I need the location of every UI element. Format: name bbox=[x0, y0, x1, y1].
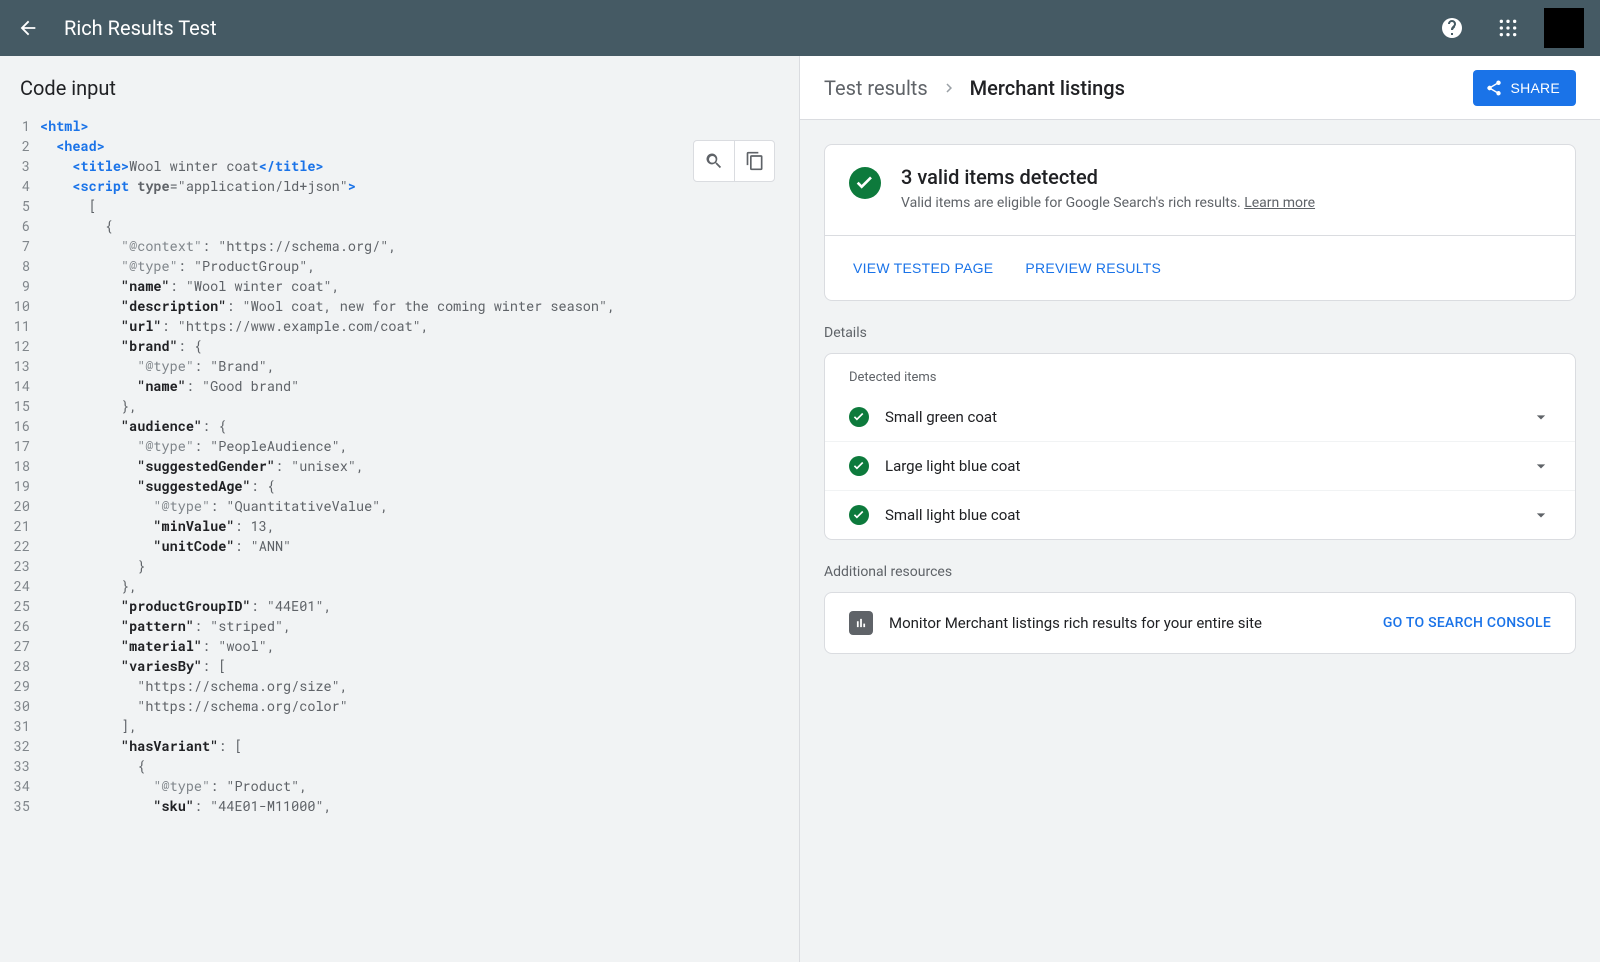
share-button-label: SHARE bbox=[1511, 80, 1560, 96]
detected-item-name: Large light blue coat bbox=[885, 457, 1515, 475]
detected-item-row[interactable]: Small light blue coat bbox=[825, 490, 1575, 539]
code-line: 21 "minValue": 13, bbox=[0, 516, 799, 536]
code-line: 7 "@context": "https://schema.org/", bbox=[0, 236, 799, 256]
results-panel: Test results Merchant listings SHARE 3 v… bbox=[800, 56, 1600, 962]
code-line: 1<html> bbox=[0, 116, 799, 136]
code-line: 28 "variesBy": [ bbox=[0, 656, 799, 676]
share-icon bbox=[1485, 79, 1503, 97]
details-section-label: Details bbox=[824, 325, 1576, 341]
detected-items-card: Detected items Small green coat Large lig… bbox=[824, 353, 1576, 540]
breadcrumb: Test results Merchant listings bbox=[824, 76, 1473, 100]
chevron-down-icon bbox=[1531, 407, 1551, 427]
code-line: 3 <title>Wool winter coat</title> bbox=[0, 156, 799, 176]
resource-text: Monitor Merchant listings rich results f… bbox=[889, 614, 1367, 632]
code-line: 16 "audience": { bbox=[0, 416, 799, 436]
code-editor[interactable]: 1<html>2 <head>3 <title>Wool winter coat… bbox=[0, 116, 799, 962]
check-circle-icon bbox=[849, 505, 869, 525]
chevron-down-icon bbox=[1531, 505, 1551, 525]
check-circle-icon bbox=[849, 407, 869, 427]
preview-results-button[interactable]: PREVIEW RESULTS bbox=[1021, 252, 1165, 284]
copy-code-button[interactable] bbox=[734, 141, 774, 181]
summary-card: 3 valid items detected Valid items are e… bbox=[824, 144, 1576, 301]
code-line: 34 "@type": "Product", bbox=[0, 776, 799, 796]
code-line: 33 { bbox=[0, 756, 799, 776]
results-header: Test results Merchant listings SHARE bbox=[800, 56, 1600, 120]
code-line: 23 } bbox=[0, 556, 799, 576]
chevron-right-icon bbox=[940, 79, 958, 97]
breadcrumb-root[interactable]: Test results bbox=[824, 76, 928, 100]
search-code-button[interactable] bbox=[694, 141, 734, 181]
code-line: 27 "material": "wool", bbox=[0, 636, 799, 656]
learn-more-link[interactable]: Learn more bbox=[1244, 195, 1315, 211]
code-line: 25 "productGroupID": "44E01", bbox=[0, 596, 799, 616]
code-line: 2 <head> bbox=[0, 136, 799, 156]
code-line: 14 "name": "Good brand" bbox=[0, 376, 799, 396]
detected-items-heading: Detected items bbox=[825, 354, 1575, 393]
code-line: 10 "description": "Wool coat, new for th… bbox=[0, 296, 799, 316]
back-button[interactable] bbox=[16, 16, 40, 40]
code-line: 13 "@type": "Brand", bbox=[0, 356, 799, 376]
code-line: 35 "sku": "44E01-M11000", bbox=[0, 796, 799, 816]
code-line: 30 "https://schema.org/color" bbox=[0, 696, 799, 716]
code-line: 6 { bbox=[0, 216, 799, 236]
share-button[interactable]: SHARE bbox=[1473, 70, 1576, 106]
summary-subtitle: Valid items are eligible for Google Sear… bbox=[901, 195, 1315, 211]
detected-item-name: Small light blue coat bbox=[885, 506, 1515, 524]
breadcrumb-leaf: Merchant listings bbox=[970, 76, 1125, 100]
view-tested-page-button[interactable]: VIEW TESTED PAGE bbox=[849, 252, 997, 284]
code-line: 17 "@type": "PeopleAudience", bbox=[0, 436, 799, 456]
resource-card: Monitor Merchant listings rich results f… bbox=[824, 592, 1576, 654]
code-line: 5 [ bbox=[0, 196, 799, 216]
account-avatar[interactable] bbox=[1544, 8, 1584, 48]
code-line: 15 }, bbox=[0, 396, 799, 416]
code-input-panel: Code input 1<html>2 <head>3 <title>Wool … bbox=[0, 56, 800, 962]
chevron-down-icon bbox=[1531, 456, 1551, 476]
code-line: 31 ], bbox=[0, 716, 799, 736]
app-header: Rich Results Test bbox=[0, 0, 1600, 56]
detected-item-name: Small green coat bbox=[885, 408, 1515, 426]
code-line: 29 "https://schema.org/size", bbox=[0, 676, 799, 696]
summary-title: 3 valid items detected bbox=[901, 165, 1315, 189]
code-line: 26 "pattern": "striped", bbox=[0, 616, 799, 636]
code-line: 8 "@type": "ProductGroup", bbox=[0, 256, 799, 276]
code-line: 22 "unitCode": "ANN" bbox=[0, 536, 799, 556]
go-to-search-console-link[interactable]: GO TO SEARCH CONSOLE bbox=[1383, 615, 1551, 631]
help-button[interactable] bbox=[1432, 8, 1472, 48]
code-line: 20 "@type": "QuantitativeValue", bbox=[0, 496, 799, 516]
code-line: 11 "url": "https://www.example.com/coat"… bbox=[0, 316, 799, 336]
check-circle-icon bbox=[849, 167, 881, 199]
code-line: 24 }, bbox=[0, 576, 799, 596]
code-line: 32 "hasVariant": [ bbox=[0, 736, 799, 756]
code-line: 12 "brand": { bbox=[0, 336, 799, 356]
code-line: 4 <script type="application/ld+json"> bbox=[0, 176, 799, 196]
app-title: Rich Results Test bbox=[64, 16, 1432, 40]
code-line: 18 "suggestedGender": "unisex", bbox=[0, 456, 799, 476]
additional-resources-label: Additional resources bbox=[824, 564, 1576, 580]
code-line: 19 "suggestedAge": { bbox=[0, 476, 799, 496]
code-line: 9 "name": "Wool winter coat", bbox=[0, 276, 799, 296]
apps-button[interactable] bbox=[1488, 8, 1528, 48]
detected-item-row[interactable]: Small green coat bbox=[825, 393, 1575, 441]
code-input-heading: Code input bbox=[0, 56, 799, 116]
bar-chart-icon bbox=[849, 611, 873, 635]
detected-item-row[interactable]: Large light blue coat bbox=[825, 441, 1575, 490]
check-circle-icon bbox=[849, 456, 869, 476]
